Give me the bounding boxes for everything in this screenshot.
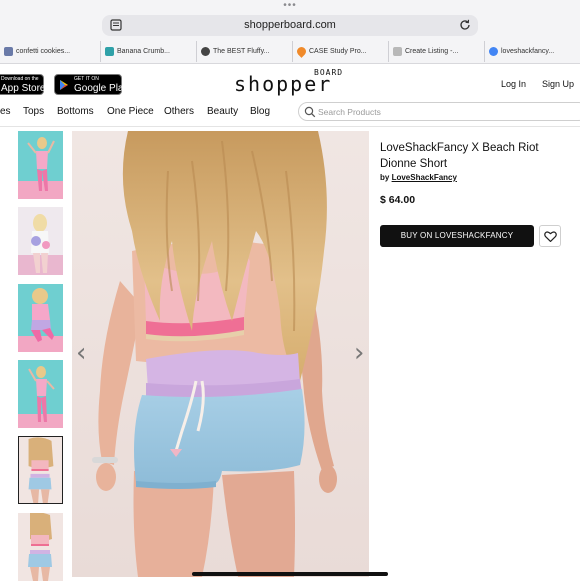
google-play-badge[interactable]: GET IT ON Google Play: [54, 74, 128, 95]
url-text[interactable]: shopperboard.com: [102, 15, 478, 36]
favorite-button[interactable]: [539, 225, 561, 247]
browser-tab[interactable]: Banana Crumb...: [100, 41, 196, 62]
google-play-small-text: GET IT ON: [74, 76, 99, 82]
browser-tab[interactable]: CASE Study Pro...: [292, 41, 388, 62]
browser-chrome: ••• shopperboard.com confetti cookies...…: [0, 0, 580, 64]
gallery-thumbnail[interactable]: [18, 360, 63, 428]
signup-link[interactable]: Sign Up: [542, 79, 574, 89]
tab-favicon-icon: [489, 47, 498, 56]
browser-tab[interactable]: loveshackfancy...: [484, 41, 580, 62]
nav-item-beauty[interactable]: Beauty: [207, 103, 238, 121]
search-icon: [304, 106, 316, 118]
thumbnail-photo: [18, 360, 63, 428]
product-title: LoveShackFancy X Beach Riot Dionne Short: [380, 142, 539, 170]
nav-item-one-piece[interactable]: One Piece: [107, 103, 154, 121]
play-store-icon: [60, 80, 68, 90]
gallery-thumbnail[interactable]: [18, 513, 63, 581]
tab-favicon-icon: [201, 47, 210, 56]
gallery-thumbnail[interactable]: [18, 284, 63, 352]
nav-item-bottoms[interactable]: Bottoms: [57, 103, 94, 121]
product-price: $ 64.00: [380, 194, 416, 206]
product-main-image[interactable]: [72, 131, 369, 577]
search-placeholder: Search Products: [318, 107, 381, 117]
brand-link[interactable]: LoveShackFancy: [392, 173, 457, 182]
nav-item-others[interactable]: Others: [164, 103, 194, 121]
tab-bar: confetti cookies... Banana Crumb... The …: [0, 41, 580, 62]
nav-item-shoes[interactable]: es: [0, 103, 11, 121]
tab-label: The BEST Fluffy...: [213, 48, 270, 55]
thumbnail-photo: [18, 284, 63, 352]
gallery-thumbnail-selected[interactable]: [18, 436, 63, 504]
home-indicator[interactable]: [192, 572, 388, 576]
heart-icon: [544, 231, 557, 243]
prev-image-arrow[interactable]: ‹: [76, 340, 86, 366]
tab-favicon-icon: [105, 47, 114, 56]
product-byline: by LoveShackFancy: [380, 173, 457, 182]
address-bar[interactable]: shopperboard.com: [102, 15, 478, 36]
app-store-big-text: App Store: [1, 83, 46, 94]
gallery-thumbnail[interactable]: [18, 207, 63, 275]
tab-favicon-icon: [393, 47, 402, 56]
thumbnail-photo: [18, 513, 63, 581]
window-dots[interactable]: •••: [0, 1, 580, 11]
gallery-thumbnail[interactable]: [18, 131, 63, 199]
tab-label: loveshackfancy...: [501, 48, 555, 55]
shopperboard-logo[interactable]: shopper BOARD: [234, 66, 354, 96]
browser-tab[interactable]: Create Listing -...: [388, 41, 484, 62]
tab-label: CASE Study Pro...: [309, 48, 367, 55]
next-image-arrow[interactable]: ›: [354, 340, 364, 366]
reload-icon[interactable]: [458, 18, 472, 32]
logo-sup-text: BOARD: [314, 68, 344, 77]
app-store-badge[interactable]: Download on the App Store: [0, 74, 46, 95]
browser-tab[interactable]: confetti cookies...: [0, 41, 100, 62]
nav-item-tops[interactable]: Tops: [23, 103, 44, 121]
thumbnail-photo: [19, 437, 62, 503]
browser-tab[interactable]: The BEST Fluffy...: [196, 41, 292, 62]
search-input[interactable]: Search Products: [298, 102, 580, 121]
product-photo: [72, 131, 369, 577]
login-link[interactable]: Log In: [501, 79, 526, 89]
thumbnail-photo: [18, 207, 63, 275]
tab-favicon-icon: [4, 47, 13, 56]
tab-label: confetti cookies...: [16, 48, 71, 55]
thumbnail-photo: [18, 131, 63, 199]
google-play-big-text: Google Play: [74, 83, 129, 94]
tab-label: Create Listing -...: [405, 48, 459, 55]
app-store-small-text: Download on the: [1, 76, 39, 82]
byline-prefix: by: [380, 173, 390, 182]
buy-button[interactable]: BUY ON LOVESHACKFANCY: [380, 225, 534, 247]
nav-item-blog[interactable]: Blog: [250, 103, 270, 121]
tab-label: Banana Crumb...: [117, 48, 170, 55]
header-divider: [0, 126, 580, 127]
tab-favicon-icon: [295, 45, 308, 58]
